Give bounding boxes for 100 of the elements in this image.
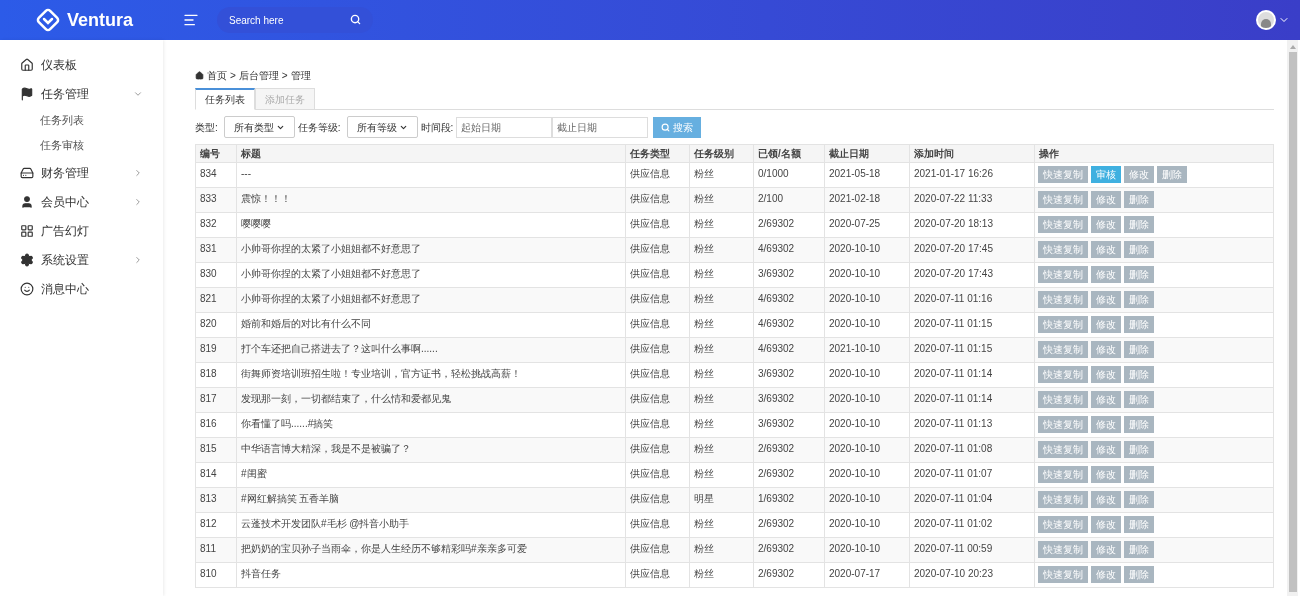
search-field[interactable]: Search here <box>217 7 373 34</box>
action-button[interactable]: 快速复制 <box>1038 166 1088 183</box>
sidebar-item[interactable]: 任务管理 <box>0 79 163 108</box>
breadcrumb-item[interactable]: 首页 <box>207 67 227 83</box>
sidebar-item[interactable]: 会员中心 <box>0 187 163 216</box>
table-cell: 2020-07-10 20:23 <box>909 562 1035 588</box>
breadcrumb-item[interactable]: 后台管理 <box>238 67 279 83</box>
table-cell: 2/69302 <box>753 537 825 563</box>
sidebar-item[interactable]: 仪表板 <box>0 50 163 79</box>
action-button[interactable]: 修改 <box>1091 441 1121 458</box>
action-button[interactable]: 快速复制 <box>1038 441 1088 458</box>
action-button[interactable]: 修改 <box>1091 466 1121 483</box>
table-cell: 832 <box>195 212 237 238</box>
action-button[interactable]: 删除 <box>1124 366 1154 383</box>
action-button[interactable]: 修改 <box>1091 266 1121 283</box>
action-button[interactable]: 修改 <box>1124 166 1154 183</box>
action-button[interactable]: 删除 <box>1124 191 1154 208</box>
action-button[interactable]: 快速复制 <box>1038 541 1088 558</box>
start-date-field[interactable]: 起始日期 <box>456 116 553 138</box>
level-select[interactable]: 所有等级 <box>346 116 418 138</box>
action-button[interactable]: 删除 <box>1124 341 1154 358</box>
action-button[interactable]: 修改 <box>1091 191 1121 208</box>
action-button[interactable]: 删除 <box>1124 466 1154 483</box>
table-cell: 粉丝 <box>689 362 754 388</box>
action-button[interactable]: 修改 <box>1091 541 1121 558</box>
action-button[interactable]: 快速复制 <box>1038 516 1088 533</box>
filter-label: 任务等级: <box>297 120 341 135</box>
table-cell: 831 <box>195 237 237 263</box>
action-button[interactable]: 删除 <box>1124 216 1154 233</box>
action-button[interactable]: 删除 <box>1124 566 1154 583</box>
table-cell: 粉丝 <box>689 187 754 213</box>
action-button[interactable]: 删除 <box>1157 166 1187 183</box>
end-date-field[interactable]: 截止日期 <box>552 116 649 138</box>
action-button[interactable]: 快速复制 <box>1038 191 1088 208</box>
action-button[interactable]: 快速复制 <box>1038 341 1088 358</box>
search-icon[interactable] <box>350 13 361 25</box>
action-button[interactable]: 审核 <box>1091 166 1121 183</box>
table-cell: 粉丝 <box>689 287 754 313</box>
action-button[interactable]: 快速复制 <box>1038 366 1088 383</box>
tab[interactable]: 添加任务 <box>255 88 315 110</box>
action-button[interactable]: 修改 <box>1091 366 1121 383</box>
action-button[interactable]: 删除 <box>1124 541 1154 558</box>
action-button[interactable]: 修改 <box>1091 391 1121 408</box>
sidebar-item[interactable]: 系统设置 <box>0 245 163 274</box>
action-button[interactable]: 删除 <box>1124 241 1154 258</box>
action-button[interactable]: 删除 <box>1124 266 1154 283</box>
action-button[interactable]: 快速复制 <box>1038 266 1088 283</box>
column-header: 已领/名额 <box>753 144 825 163</box>
action-button[interactable]: 快速复制 <box>1038 566 1088 583</box>
tab[interactable]: 任务列表 <box>195 88 255 110</box>
type-select[interactable]: 所有类型 <box>223 116 295 138</box>
table-cell: 2/69302 <box>753 212 825 238</box>
action-button[interactable]: 修改 <box>1091 241 1121 258</box>
table-cell: 云蓬技术开发团队#毛杉 @抖音小助手 <box>236 512 626 538</box>
table-cell: 2/100 <box>753 187 825 213</box>
action-button[interactable]: 修改 <box>1091 316 1121 333</box>
menu-icon[interactable] <box>183 12 199 28</box>
home-icon <box>20 57 34 72</box>
table-cell: 供应信息 <box>625 187 690 213</box>
action-button[interactable]: 快速复制 <box>1038 416 1088 433</box>
action-button[interactable]: 修改 <box>1091 291 1121 308</box>
action-button[interactable]: 快速复制 <box>1038 466 1088 483</box>
chevron-right-icon <box>133 196 143 207</box>
action-button[interactable]: 修改 <box>1091 491 1121 508</box>
sidebar-item[interactable]: 财务管理 <box>0 158 163 187</box>
action-button[interactable]: 修改 <box>1091 566 1121 583</box>
action-button[interactable]: 修改 <box>1091 516 1121 533</box>
search-button[interactable]: 搜索 <box>653 116 702 138</box>
action-button[interactable]: 删除 <box>1124 316 1154 333</box>
table-cell: 供应信息 <box>625 262 690 288</box>
smiley-icon <box>20 281 34 296</box>
action-button[interactable]: 快速复制 <box>1038 391 1088 408</box>
action-button[interactable]: 快速复制 <box>1038 491 1088 508</box>
avatar[interactable] <box>1256 10 1276 30</box>
table-cell: 2020-07-22 11:33 <box>909 187 1035 213</box>
sidebar-subitem[interactable]: 任务审核 <box>0 133 163 158</box>
table-cell: 2020-07-11 00:59 <box>909 537 1035 563</box>
action-button[interactable]: 删除 <box>1124 441 1154 458</box>
action-button[interactable]: 快速复制 <box>1038 291 1088 308</box>
table-cell: 2020-10-10 <box>824 412 910 438</box>
action-button[interactable]: 快速复制 <box>1038 216 1088 233</box>
action-button[interactable]: 快速复制 <box>1038 316 1088 333</box>
sidebar-subitem[interactable]: 任务列表 <box>0 108 163 133</box>
table-cell: 小帅哥你捏的太紧了小姐姐都不好意思了 <box>236 287 626 313</box>
action-button[interactable]: 快速复制 <box>1038 241 1088 258</box>
action-button[interactable]: 删除 <box>1124 416 1154 433</box>
column-header: 任务类型 <box>625 144 690 163</box>
action-button[interactable]: 删除 <box>1124 391 1154 408</box>
table-cell: 2020-07-20 18:13 <box>909 212 1035 238</box>
sidebar-item[interactable]: 消息中心 <box>0 274 163 303</box>
action-button[interactable]: 删除 <box>1124 491 1154 508</box>
action-button[interactable]: 修改 <box>1091 216 1121 233</box>
action-button[interactable]: 删除 <box>1124 291 1154 308</box>
action-button[interactable]: 删除 <box>1124 516 1154 533</box>
breadcrumb-item[interactable]: 管理 <box>290 67 311 83</box>
table-cell: 2020-07-20 17:43 <box>909 262 1035 288</box>
sidebar-item[interactable]: 广告幻灯 <box>0 216 163 245</box>
table-cell: 供应信息 <box>625 462 690 488</box>
action-button[interactable]: 修改 <box>1091 416 1121 433</box>
action-button[interactable]: 修改 <box>1091 341 1121 358</box>
